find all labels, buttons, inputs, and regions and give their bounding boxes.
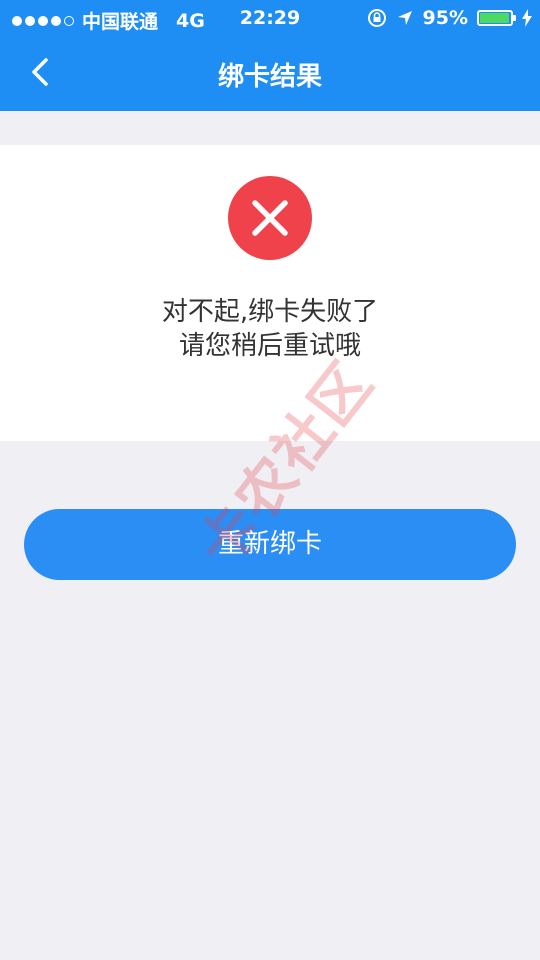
battery-percent: 95% xyxy=(422,7,468,29)
location-arrow-icon xyxy=(397,11,412,25)
result-message: 对不起,绑卡失败了 请您稍后重试哦 xyxy=(0,295,540,363)
rotation-lock-icon xyxy=(367,9,386,27)
battery-icon xyxy=(477,10,516,26)
retry-bind-card-button[interactable]: 重新绑卡 xyxy=(24,509,516,580)
page-title: 绑卡结果 xyxy=(217,62,322,92)
status-bar-right: 95% xyxy=(367,7,532,29)
result-message-line1: 对不起,绑卡失败了 xyxy=(161,297,379,327)
result-message-line2: 请您稍后重试哦 xyxy=(178,331,361,361)
navigation-bar: 绑卡结果 xyxy=(0,36,540,111)
battery-level xyxy=(480,13,509,23)
charging-bolt-icon xyxy=(522,9,532,27)
error-status-icon xyxy=(228,176,312,260)
status-bar: 中国联通 4G 22:29 95% xyxy=(0,0,540,36)
result-card: 对不起,绑卡失败了 请您稍后重试哦 xyxy=(0,145,540,441)
close-icon xyxy=(252,200,288,236)
